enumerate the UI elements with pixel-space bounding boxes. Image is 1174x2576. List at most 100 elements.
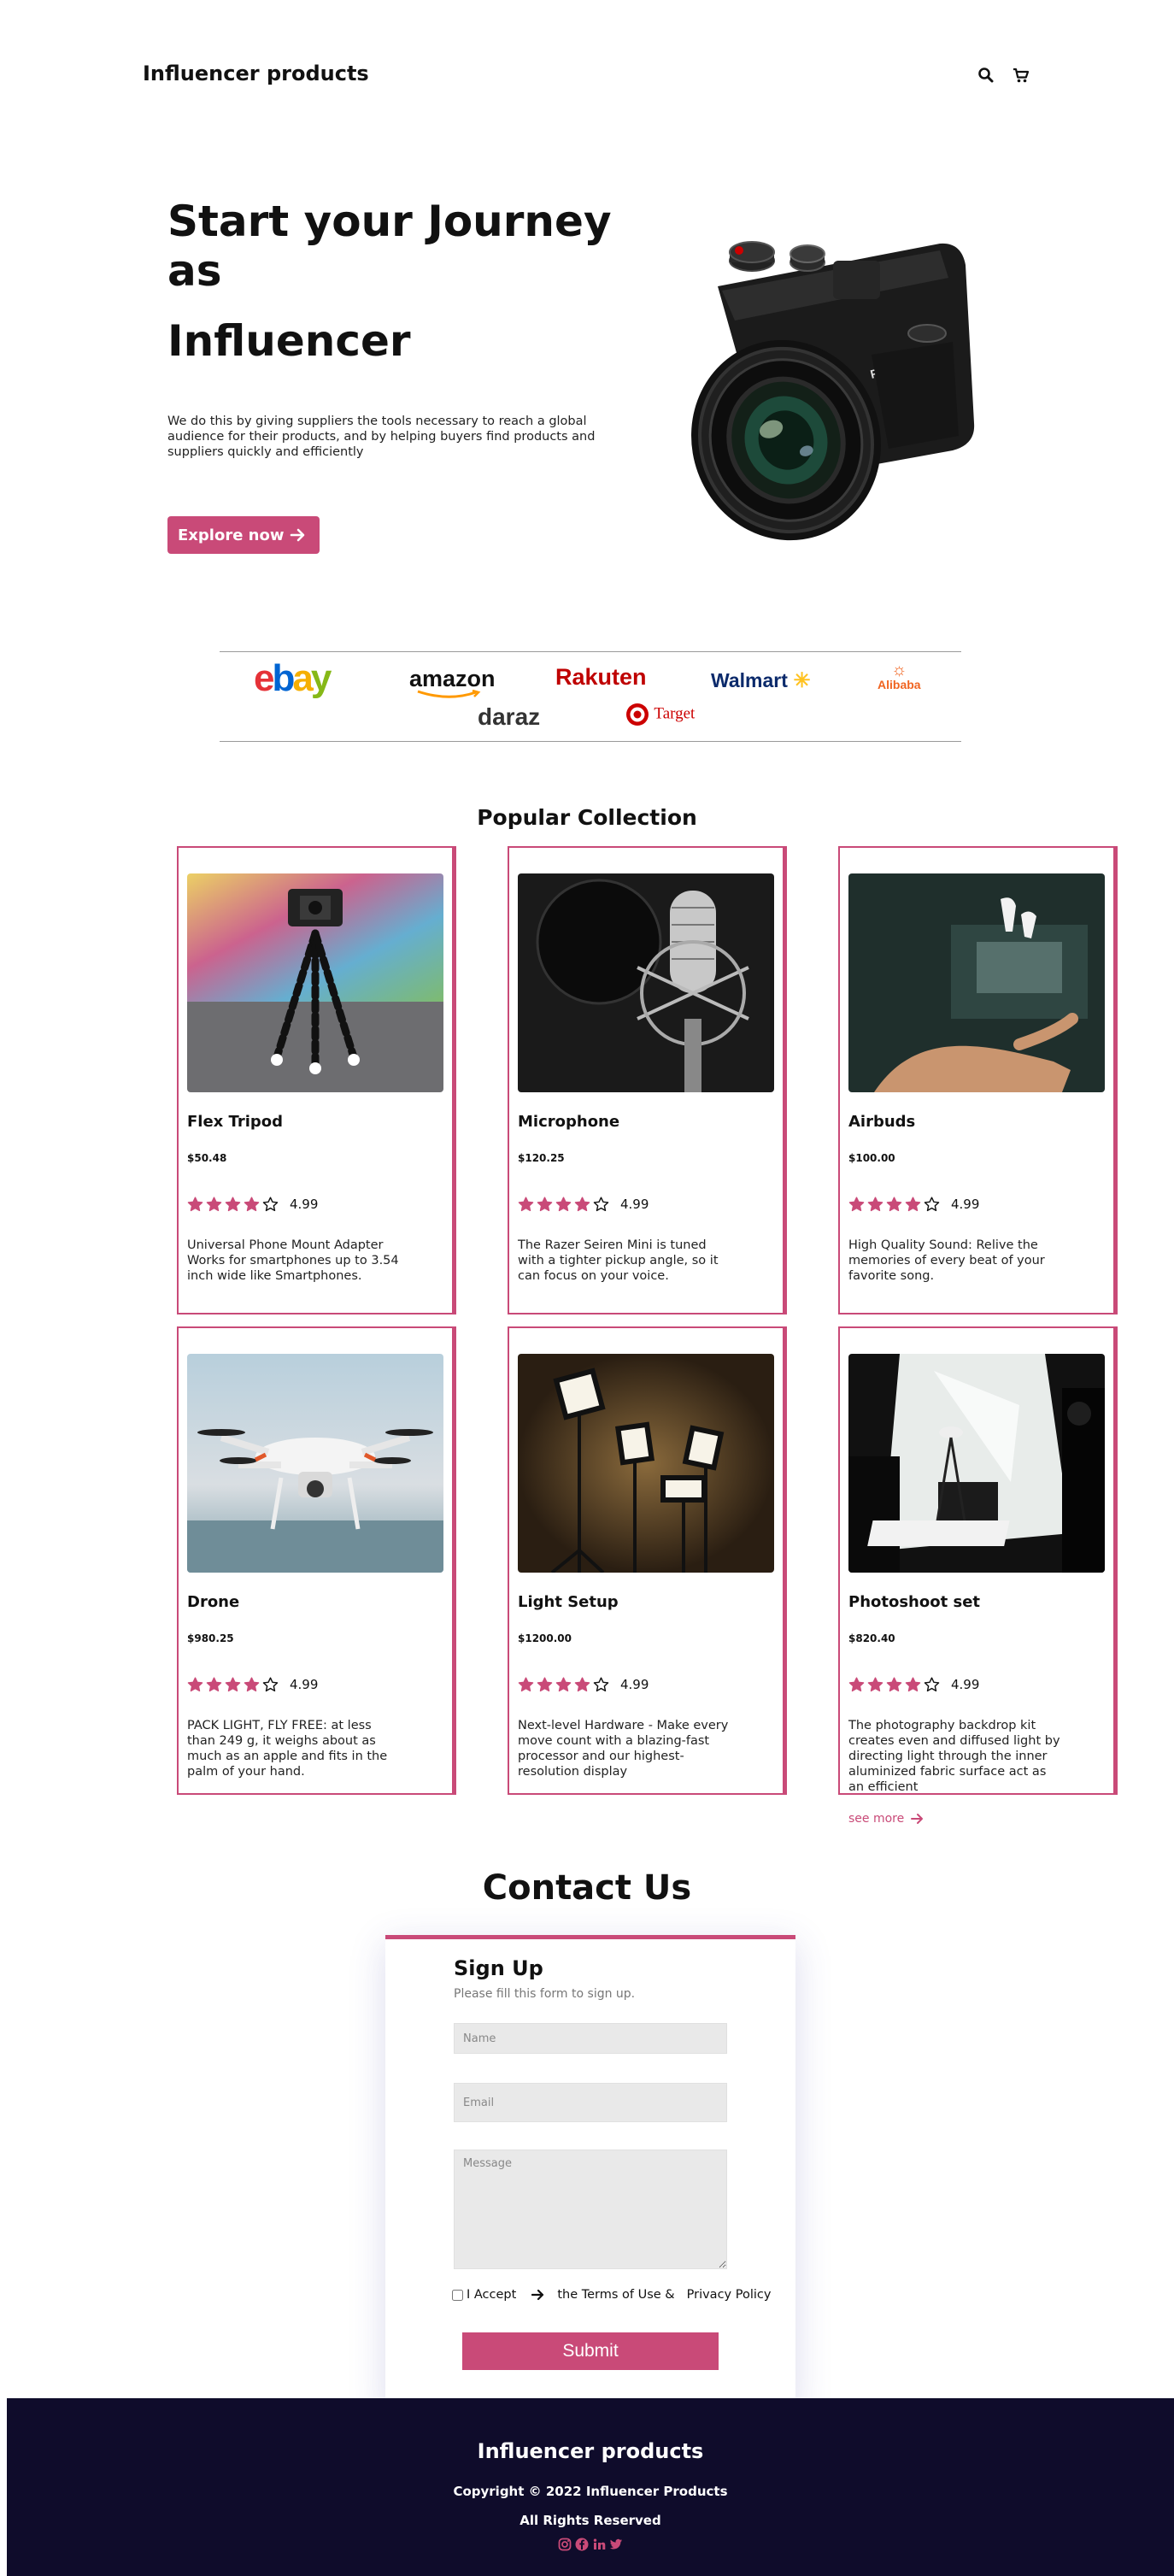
product-rating-stars: [187, 1197, 279, 1212]
star-empty-icon: [593, 1677, 609, 1692]
product-description: PACK LIGHT, FLY FREE: at less than 249 g…: [187, 1719, 388, 1779]
star-filled-icon: [187, 1677, 203, 1692]
accept-label: I Accept: [467, 2288, 517, 2302]
product-rating-value: 4.99: [620, 1677, 649, 1692]
product-card[interactable]: Photoshoot set $820.40 4.99 The photogra…: [838, 1326, 1115, 1826]
product-name[interactable]: Microphone: [518, 1113, 619, 1131]
star-filled-icon: [187, 1197, 203, 1212]
hero-title-line2: Influencer: [167, 316, 411, 366]
product-name[interactable]: Flex Tripod: [187, 1113, 283, 1131]
privacy-policy-link[interactable]: Privacy Policy: [687, 2288, 772, 2302]
facebook-icon[interactable]: [574, 2537, 590, 2552]
partner-brands-strip: ebay amazon Rakuten Walmart ✳ ☼ Alibaba …: [220, 651, 961, 742]
product-image-microphone[interactable]: [518, 873, 774, 1092]
product-card[interactable]: Airbuds $100.00 4.99 High Quality Sound:…: [838, 846, 1115, 1314]
linkedin-icon[interactable]: [591, 2537, 607, 2552]
star-filled-icon: [905, 1677, 921, 1692]
star-filled-icon: [886, 1197, 902, 1212]
popular-collection-title: Popular Collection: [477, 805, 697, 830]
product-description: The photography backdrop kit creates eve…: [848, 1719, 1060, 1794]
product-card[interactable]: Microphone $120.25 4.99 The Razer Seiren…: [508, 846, 784, 1314]
site-footer: Influencer products Copyright © 2022 Inf…: [7, 2398, 1174, 2576]
see-more-link[interactable]: see more: [848, 1812, 925, 1826]
target-bullseye-icon: [626, 703, 649, 726]
twitter-icon[interactable]: [608, 2537, 624, 2552]
product-rating-value: 4.99: [620, 1197, 649, 1212]
contact-us-title: Contact Us: [482, 1868, 692, 1908]
product-card[interactable]: Light Setup $1200.00 4.99 Next-level Har…: [508, 1326, 784, 1795]
product-price: $820.40: [848, 1632, 895, 1644]
product-card[interactable]: Flex Tripod $50.48 4.99 Universal Phone …: [177, 846, 454, 1314]
product-image-lights[interactable]: [518, 1354, 774, 1573]
brand-logo-text[interactable]: Influencer products: [143, 62, 369, 85]
product-price: $120.25: [518, 1152, 565, 1164]
accept-terms-checkbox[interactable]: [452, 2289, 463, 2301]
product-rating-stars: [848, 1677, 940, 1692]
star-filled-icon: [574, 1677, 590, 1692]
product-image-studio[interactable]: [848, 1354, 1105, 1573]
star-empty-icon: [924, 1197, 940, 1212]
arrow-right-icon: [531, 2289, 544, 2301]
cart-icon[interactable]: [1011, 65, 1031, 85]
star-filled-icon: [244, 1197, 260, 1212]
star-filled-icon: [555, 1677, 572, 1692]
signup-form: Sign Up Please fill this form to sign up…: [385, 1935, 795, 2409]
star-filled-icon: [225, 1677, 241, 1692]
star-empty-icon: [924, 1677, 940, 1692]
star-filled-icon: [848, 1677, 865, 1692]
submit-button[interactable]: Submit: [462, 2332, 719, 2370]
email-field[interactable]: [454, 2083, 727, 2122]
product-name[interactable]: Light Setup: [518, 1593, 619, 1611]
instagram-icon[interactable]: [557, 2537, 572, 2552]
arrow-right-icon: [911, 1814, 924, 1824]
explore-now-label: Explore now: [178, 526, 285, 544]
product-image-airbuds[interactable]: [848, 873, 1105, 1092]
signup-title: Sign Up: [454, 1956, 543, 1980]
explore-now-button[interactable]: Explore now: [167, 516, 320, 554]
hero-description: We do this by giving suppliers the tools…: [167, 415, 596, 459]
product-description: High Quality Sound: Relive the memories …: [848, 1238, 1045, 1283]
message-field[interactable]: [454, 2150, 727, 2269]
hero-camera-image: FUJIFILM X-T10: [658, 226, 978, 560]
star-filled-icon: [867, 1197, 883, 1212]
product-rating-value: 4.99: [951, 1197, 980, 1212]
star-filled-icon: [905, 1197, 921, 1212]
product-name[interactable]: Airbuds: [848, 1113, 915, 1131]
ebay-logo: ebay: [254, 657, 332, 699]
product-name[interactable]: Photoshoot set: [848, 1593, 980, 1611]
star-filled-icon: [518, 1677, 534, 1692]
product-description: Next-level Hardware - Make every move co…: [518, 1719, 729, 1779]
star-filled-icon: [206, 1197, 222, 1212]
daraz-logo: daraz: [478, 703, 541, 730]
product-rating-value: 4.99: [951, 1677, 980, 1692]
product-rating-stars: [187, 1677, 279, 1692]
star-filled-icon: [555, 1197, 572, 1212]
product-image-drone[interactable]: [187, 1354, 443, 1573]
product-rating-stars: [518, 1677, 609, 1692]
star-filled-icon: [537, 1677, 553, 1692]
star-filled-icon: [848, 1197, 865, 1212]
product-rating-stars: [518, 1197, 609, 1212]
alibaba-logo: ☼ Alibaba: [878, 661, 921, 691]
star-empty-icon: [593, 1197, 609, 1212]
product-price: $1200.00: [518, 1632, 572, 1644]
amazon-logo: amazon: [409, 666, 496, 698]
star-empty-icon: [262, 1677, 279, 1692]
footer-brand: Influencer products: [477, 2439, 704, 2463]
product-card[interactable]: Drone $980.25 4.99 PACK LIGHT, FLY FREE:…: [177, 1326, 454, 1795]
product-description: Universal Phone Mount Adapter Works for …: [187, 1238, 399, 1283]
terms-of-use-link[interactable]: the Terms of Use &: [557, 2288, 674, 2302]
rakuten-logo: Rakuten: [555, 664, 647, 690]
product-rating-stars: [848, 1197, 940, 1212]
star-filled-icon: [886, 1677, 902, 1692]
name-field[interactable]: [454, 2023, 727, 2054]
site-header: Influencer products: [0, 0, 1174, 150]
product-name[interactable]: Drone: [187, 1593, 239, 1611]
product-image-tripod[interactable]: [187, 873, 443, 1092]
star-filled-icon: [225, 1197, 241, 1212]
footer-copyright: Copyright © 2022 Influencer Products: [453, 2484, 728, 2499]
star-filled-icon: [574, 1197, 590, 1212]
walmart-logo: Walmart ✳: [711, 669, 811, 692]
star-empty-icon: [262, 1197, 279, 1212]
search-icon[interactable]: [976, 65, 996, 85]
